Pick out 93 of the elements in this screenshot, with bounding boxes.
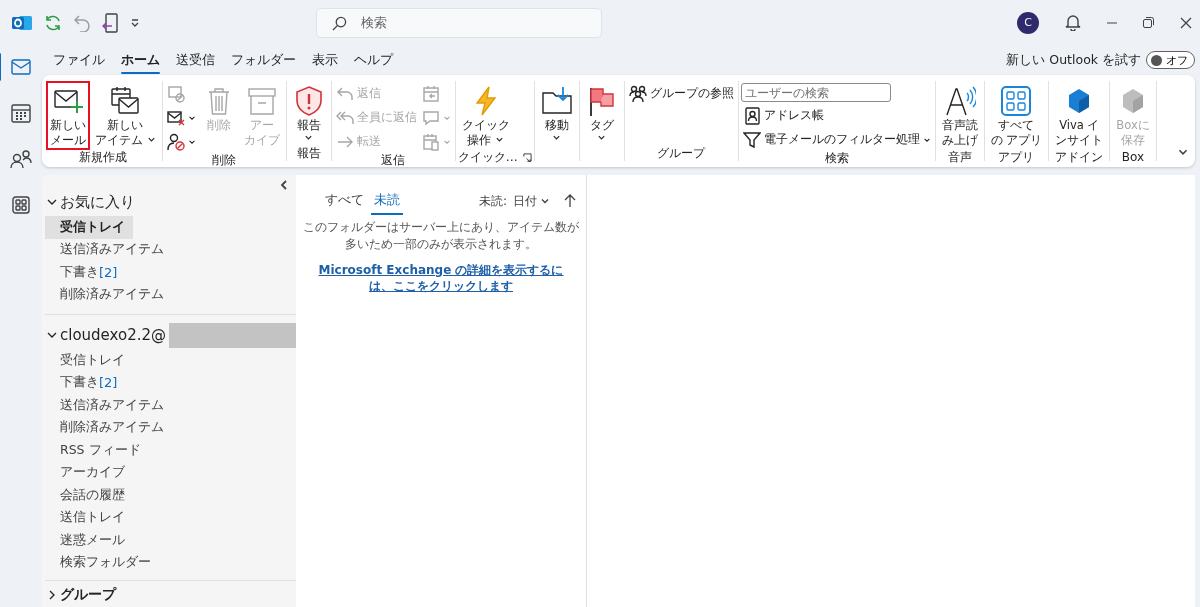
chevron-left-icon [280, 180, 288, 190]
menu-tab[interactable]: フォルダー [223, 47, 304, 73]
app-grid-icon [1000, 85, 1033, 117]
crossed-envelope-icon [166, 84, 185, 103]
folder-notice: このフォルダーはサーバー上にあり、アイテム数が多いため一部のみが表示されます。 [302, 219, 580, 253]
folder-item[interactable]: 削除済みアイテム [45, 283, 172, 306]
menu-tab[interactable]: 送受信 [168, 47, 223, 73]
folder-item[interactable]: 送信済みアイテム [45, 394, 172, 417]
archive-box-icon [245, 85, 278, 117]
folder-item[interactable]: RSS フィード [45, 439, 149, 462]
funnel-icon [742, 130, 761, 149]
filter-tab[interactable]: 未読 [369, 187, 405, 215]
ribbon-button[interactable]: タグ [581, 81, 622, 145]
envelope-calendar-icon [109, 85, 142, 117]
calendar-reply-icon [421, 84, 440, 103]
envelope-x-icon [166, 108, 185, 127]
group-label: 削除 [212, 151, 237, 169]
folder-item[interactable]: 下書き[2] [45, 261, 126, 284]
filter-label: 未読: [478, 192, 507, 210]
section-header[interactable]: グループ [60, 586, 116, 604]
chevron-down-icon[interactable] [47, 330, 57, 340]
people-search-field[interactable]: ユーザーの検索 [740, 83, 891, 102]
menu-tab[interactable]: ヘルプ [346, 47, 401, 73]
folder-item[interactable]: 受信トレイ [45, 349, 133, 372]
collapse-pane-button[interactable] [280, 178, 288, 188]
unread-count: [2] [99, 264, 118, 280]
folder-item[interactable]: 削除済みアイテム [45, 416, 172, 439]
menu-tab[interactable]: ホーム [113, 47, 168, 73]
folder-arrow-icon [540, 85, 573, 117]
group-label: Box [1121, 149, 1145, 164]
app-logo-icon [12, 13, 32, 32]
ribbon-button[interactable]: 電子メールのフィルター処理 [740, 129, 933, 150]
folder-item[interactable]: 会話の履歴 [45, 484, 133, 507]
exchange-link[interactable]: Microsoft Exchange の詳細を表示するには、ここをクリックします [310, 261, 572, 296]
customize-toolbar-icon[interactable] [130, 17, 140, 28]
group-label: アドイン [1055, 149, 1104, 167]
group-label: クイック… [457, 149, 518, 167]
apps-icon [12, 196, 30, 214]
section-header[interactable]: お気に入り [60, 192, 135, 212]
ribbon-button[interactable]: 音声読 み上げ [937, 81, 982, 150]
ribbon-button[interactable]: 移動 [536, 81, 577, 145]
dialog-launcher-icon[interactable] [522, 153, 532, 163]
search-icon [332, 15, 347, 31]
user-avatar[interactable]: C [1017, 11, 1039, 34]
group-label: グループ [657, 144, 706, 162]
folder-item[interactable]: 下書き[2] [45, 371, 126, 394]
group-label: 報告 [296, 144, 321, 162]
sync-icon[interactable] [44, 13, 62, 32]
ribbon-button[interactable]: 新しい アイテム [91, 81, 160, 150]
toggle-switch[interactable]: オフ [1146, 51, 1195, 69]
folder-item[interactable]: 検索フォルダー [45, 551, 159, 574]
group-label: 音声 [947, 149, 972, 167]
folder-item[interactable]: 送信トレイ [45, 506, 133, 529]
ribbon-button[interactable]: グループの参照 [626, 83, 736, 104]
calendar-phone-icon [421, 132, 440, 151]
folder-item[interactable]: 送信済みアイテム [45, 238, 172, 261]
section-header[interactable]: cloudexo2.2@ [60, 326, 167, 344]
address-book-icon [742, 106, 761, 125]
ribbon-button[interactable]: 報告 [288, 81, 329, 145]
chevron-down-icon[interactable] [47, 197, 57, 207]
people-group-icon [628, 84, 647, 103]
filter-tab[interactable]: すべて [320, 187, 369, 215]
up-arrow-icon[interactable] [564, 194, 576, 208]
group-label: アプリ [998, 149, 1035, 167]
chat-bubble-icon [421, 108, 440, 127]
group-label: 新規作成 [78, 149, 127, 167]
chevron-down-icon [540, 196, 550, 206]
menu-tab[interactable]: 表示 [304, 47, 346, 73]
people-icon [10, 149, 32, 169]
sort-dropdown[interactable]: 日付 [513, 192, 550, 210]
chevron-right-icon[interactable] [47, 590, 57, 600]
group-label: 返信 [381, 151, 406, 169]
new-outlook-label: 新しい Outlook を試す [1006, 51, 1141, 69]
person-blocked-icon [166, 132, 185, 151]
letter-sound-waves-icon [943, 85, 976, 117]
ribbon-button[interactable]: アドレス帳 [740, 105, 933, 126]
folder-item[interactable]: 受信トレイ [45, 216, 133, 239]
restore-icon[interactable] [1143, 17, 1154, 28]
folder-item[interactable]: アーカイブ [45, 461, 133, 484]
ribbon-button[interactable]: すべて の アプリ [986, 81, 1047, 150]
menu-tab[interactable]: ファイル [45, 47, 113, 73]
calendar-icon [11, 103, 31, 123]
bell-icon[interactable] [1065, 14, 1081, 31]
close-icon[interactable] [1180, 16, 1192, 29]
ribbon-button[interactable]: 新しい メール [46, 81, 90, 150]
group-label: 検索 [824, 149, 849, 167]
folder-item[interactable]: 迷惑メール [45, 529, 133, 552]
ribbon-button[interactable] [164, 131, 198, 152]
mail-icon [11, 59, 31, 75]
search-field[interactable]: 検索 [316, 7, 602, 38]
ribbon-button[interactable]: Viva イ ンサイト [1051, 81, 1108, 150]
unread-count: [2] [99, 375, 118, 391]
ribbon-button[interactable]: クイック 操作 [457, 81, 514, 150]
